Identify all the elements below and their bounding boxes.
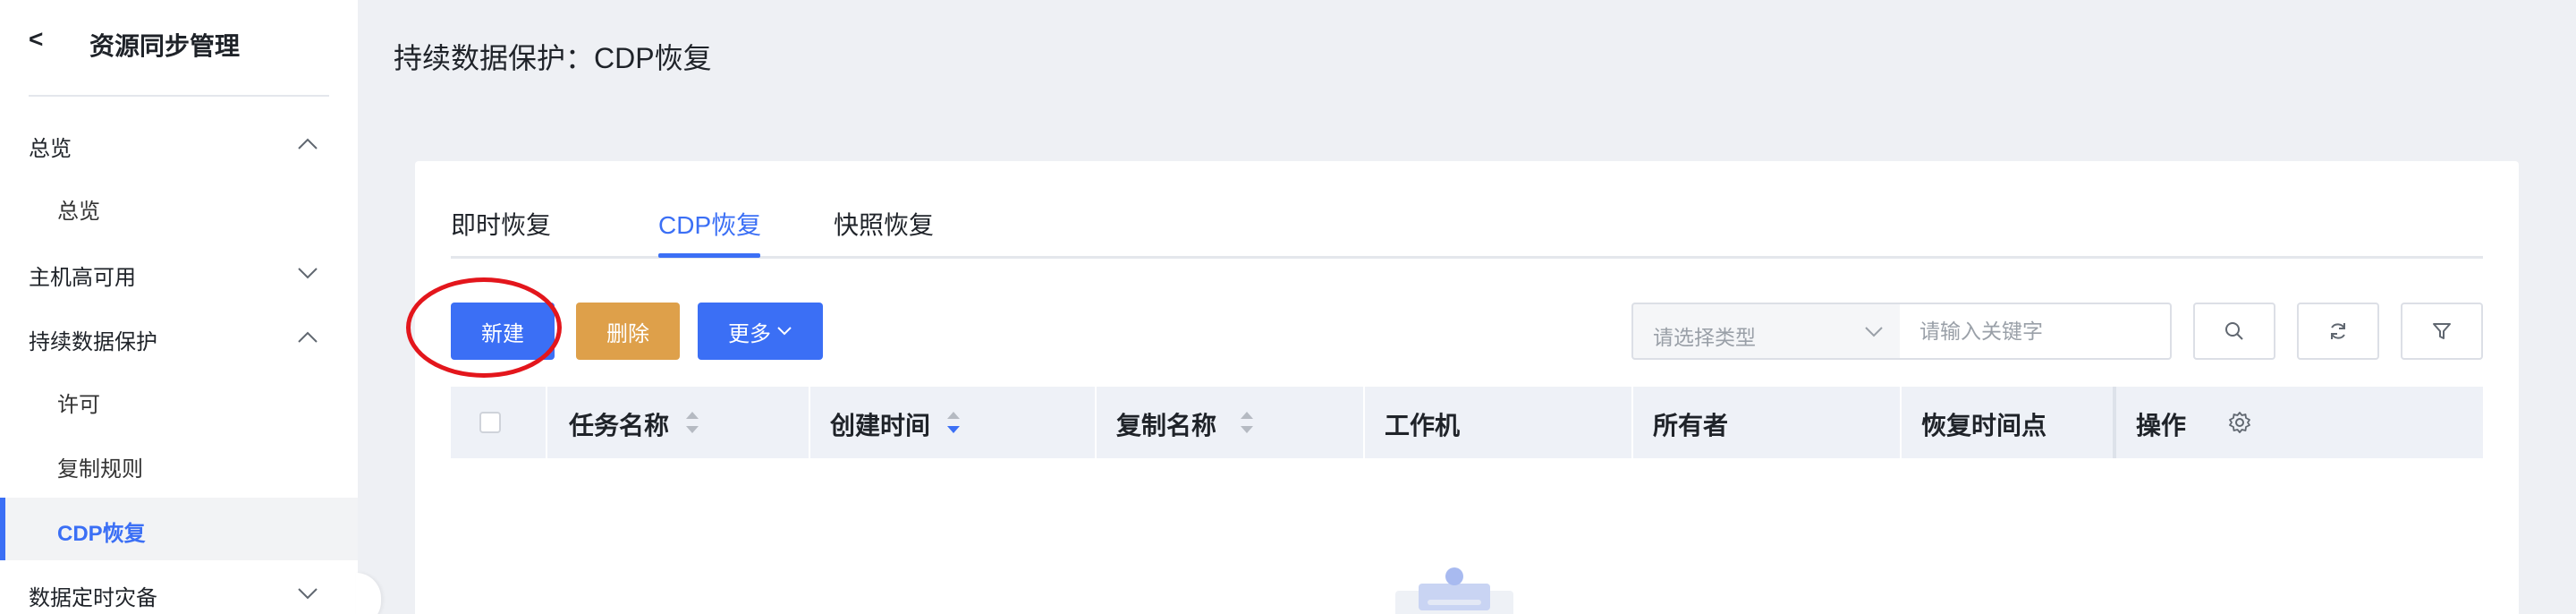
sidebar: < 资源同步管理 总览 总览 主机高可用 持续数据保护 许可 复制规则 CDP恢…: [0, 0, 358, 614]
column-created-time[interactable]: 创建时间: [809, 387, 1095, 458]
sidebar-title: 资源同步管理: [89, 32, 241, 60]
delete-button[interactable]: 删除: [576, 303, 680, 360]
chevron-down-icon: [298, 588, 318, 600]
sidebar-header: < 资源同步管理: [0, 0, 358, 97]
tab-snapshot-recovery[interactable]: 快照恢复: [834, 206, 934, 242]
column-replication-name[interactable]: 复制名称: [1095, 387, 1363, 458]
column-header-label: 操作: [2136, 412, 2187, 439]
filter-button[interactable]: [2401, 303, 2483, 360]
tab-cdp-recovery[interactable]: CDP恢复: [658, 206, 761, 242]
more-button-label: 更多: [728, 321, 771, 346]
column-header-label: 复制名称: [1116, 412, 1217, 439]
search-button[interactable]: [2193, 303, 2275, 360]
search-icon: [2225, 322, 2243, 340]
tab-bar: 即时恢复 CDP恢复 快照恢复: [451, 206, 2481, 242]
column-task-name[interactable]: 任务名称: [547, 387, 809, 458]
column-header-label: 工作机: [1385, 412, 1461, 439]
select-all-cell: [451, 387, 547, 458]
sidebar-group-host-ha[interactable]: 主机高可用: [0, 245, 358, 299]
sidebar-item-label: 总览: [57, 200, 100, 224]
column-recovery-point: 恢复时间点: [1900, 387, 2114, 458]
sort-icon[interactable]: [683, 408, 701, 437]
filter-icon: [2433, 323, 2451, 339]
sort-descending-icon[interactable]: [945, 408, 962, 437]
sidebar-item-label: 复制规则: [57, 457, 143, 482]
table-header: 任务名称 创建时间 复制名称 工作机 所有者 恢复时间点 操作: [451, 387, 2483, 458]
sidebar-group-cdp[interactable]: 持续数据保护: [0, 310, 358, 363]
empty-state-illustration: [1395, 567, 1513, 614]
sidebar-item-overview[interactable]: 总览: [0, 175, 358, 238]
chevron-down-icon: [1865, 327, 1883, 337]
sidebar-item-label: 许可: [57, 393, 100, 417]
sidebar-collapse-handle[interactable]: [356, 573, 381, 614]
sidebar-group-label: 主机高可用: [29, 266, 136, 290]
select-all-checkbox[interactable]: [479, 412, 501, 433]
sidebar-divider: [29, 95, 329, 97]
sort-icon[interactable]: [1238, 408, 1256, 437]
page-title: 持续数据保护：CDP恢复: [394, 42, 712, 74]
column-header-label: 恢复时间点: [1921, 412, 2047, 439]
tab-instant-recovery[interactable]: 即时恢复: [451, 206, 551, 242]
column-header-label: 所有者: [1653, 412, 1729, 439]
active-tab-underline: [658, 253, 760, 258]
sidebar-group-label: 数据定时灾备: [29, 586, 157, 610]
keyword-input[interactable]: [1900, 303, 2172, 360]
sidebar-item-license[interactable]: 许可: [0, 369, 358, 431]
chevron-up-icon: [298, 138, 318, 149]
column-header-label: 创建时间: [830, 412, 931, 439]
highlight-annotation: [406, 277, 562, 378]
main-card: 即时恢复 CDP恢复 快照恢复 新建 删除 更多 请选择类型 任务名称: [406, 161, 2519, 614]
sidebar-group-label: 持续数据保护: [29, 330, 157, 354]
sidebar-group-scheduled-dr[interactable]: 数据定时灾备: [0, 566, 358, 614]
sidebar-item-replication-rules[interactable]: 复制规则: [0, 433, 358, 496]
sidebar-group-label: 总览: [29, 137, 72, 161]
back-button[interactable]: <: [29, 25, 43, 54]
column-owner: 所有者: [1631, 387, 1900, 458]
column-workstation: 工作机: [1363, 387, 1631, 458]
sidebar-item-label: CDP恢复: [57, 522, 146, 546]
type-select[interactable]: 请选择类型: [1631, 303, 1902, 360]
chevron-up-icon: [298, 331, 318, 343]
column-actions: 操作: [2116, 387, 2483, 458]
chevron-down-icon: [298, 268, 318, 279]
refresh-button[interactable]: [2297, 303, 2379, 360]
chevron-down-icon: [777, 327, 792, 336]
settings-gear-icon[interactable]: [2227, 410, 2252, 435]
type-select-placeholder: 请选择类型: [1653, 326, 1756, 349]
more-button[interactable]: 更多: [698, 303, 823, 360]
sidebar-item-cdp-recovery[interactable]: CDP恢复: [0, 498, 358, 560]
refresh-icon: [2331, 323, 2345, 339]
sidebar-group-overview[interactable]: 总览: [0, 116, 358, 170]
column-header-label: 任务名称: [569, 412, 670, 439]
active-indicator: [0, 498, 5, 560]
